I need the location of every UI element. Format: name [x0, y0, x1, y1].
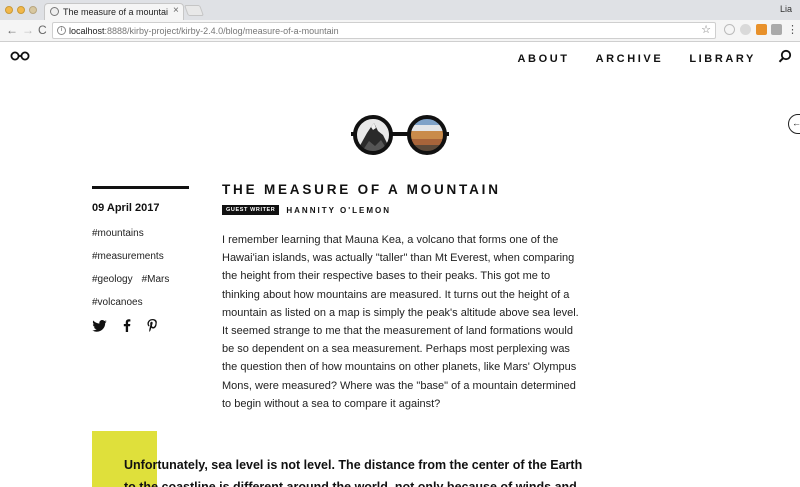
nav-archive[interactable]: ARCHIVE	[596, 53, 664, 65]
window-maximize-button[interactable]	[29, 6, 37, 14]
post-body: I remember learning that Mauna Kea, a vo…	[222, 234, 579, 410]
forward-button[interactable]: →	[22, 23, 34, 38]
new-tab-button[interactable]	[183, 5, 205, 16]
browser-tab-bar: The measure of a mountain | C × Lia	[0, 0, 800, 20]
nav-library[interactable]: LIBRARY	[689, 53, 756, 65]
browser-toolbar: ← → C i localhost:8888/kirby-project/kir…	[0, 20, 800, 42]
glasses-hero-icon	[351, 115, 449, 155]
bookmark-star-icon[interactable]: ☆	[701, 24, 711, 37]
pinterest-icon[interactable]	[147, 319, 158, 332]
extension-icon[interactable]	[724, 24, 735, 35]
author-name[interactable]: HANNITY O'LEMON	[286, 206, 391, 215]
guest-writer-badge: GUEST WRITER	[222, 205, 280, 215]
url-text[interactable]: localhost:8888/kirby-project/kirby-2.4.0…	[69, 25, 339, 37]
tab-close-button[interactable]: ×	[173, 5, 179, 17]
post-article: THE MEASURE OF A MOUNTAIN GUEST WRITER H…	[222, 182, 582, 413]
post-title: THE MEASURE OF A MOUNTAIN	[222, 182, 501, 197]
web-page: ABOUT ARCHIVE LIBRARY ← 09 April 2017 #m…	[0, 43, 800, 487]
info-icon[interactable]: i	[57, 26, 66, 35]
tag-link[interactable]: #measurements	[92, 245, 164, 268]
browser-menu-button[interactable]: ⋮	[787, 23, 798, 37]
tag-link[interactable]: #volcanoes	[92, 291, 143, 314]
tab-title: The measure of a mountain | C	[63, 7, 168, 17]
nav-about[interactable]: ABOUT	[517, 53, 569, 65]
tag-link[interactable]: #Mars	[142, 268, 170, 291]
twitter-icon[interactable]	[92, 319, 107, 332]
url-path: :8888/kirby-project/kirby-2.4.0/blog/mea…	[104, 26, 339, 36]
back-button[interactable]: ←	[6, 23, 18, 38]
url-host: localhost	[69, 26, 105, 36]
window-close-button[interactable]	[5, 6, 13, 14]
back-to-top-button[interactable]: ←	[788, 114, 800, 134]
glasses-logo-icon[interactable]	[10, 51, 30, 61]
sidebar-rule	[92, 186, 189, 189]
window-minimize-button[interactable]	[17, 6, 25, 14]
post-date: 09 April 2017	[92, 202, 160, 214]
tag-list: #mountains #measurements #geology #Mars #…	[92, 222, 189, 314]
facebook-icon[interactable]	[123, 319, 131, 332]
extension-icon[interactable]	[756, 24, 767, 35]
share-icons	[92, 319, 189, 332]
globe-icon	[50, 7, 59, 16]
main-nav: ABOUT ARCHIVE LIBRARY	[517, 53, 756, 65]
extension-icon[interactable]	[740, 24, 751, 35]
profile-name[interactable]: Lia	[780, 4, 792, 14]
pullquote: Unfortunately, sea level is not level. T…	[124, 458, 583, 487]
extension-icon[interactable]	[771, 24, 782, 35]
post-meta-sidebar: 09 April 2017 #mountains #measurements #…	[92, 186, 189, 332]
tag-link[interactable]: #mountains	[92, 222, 144, 245]
address-bar[interactable]: i localhost:8888/kirby-project/kirby-2.4…	[52, 22, 716, 39]
browser-tab[interactable]: The measure of a mountain | C ×	[44, 3, 184, 20]
tag-link[interactable]: #geology	[92, 268, 133, 291]
search-icon[interactable]	[778, 49, 792, 63]
byline: GUEST WRITER HANNITY O'LEMON	[222, 205, 582, 215]
reload-button[interactable]: C	[38, 23, 47, 38]
